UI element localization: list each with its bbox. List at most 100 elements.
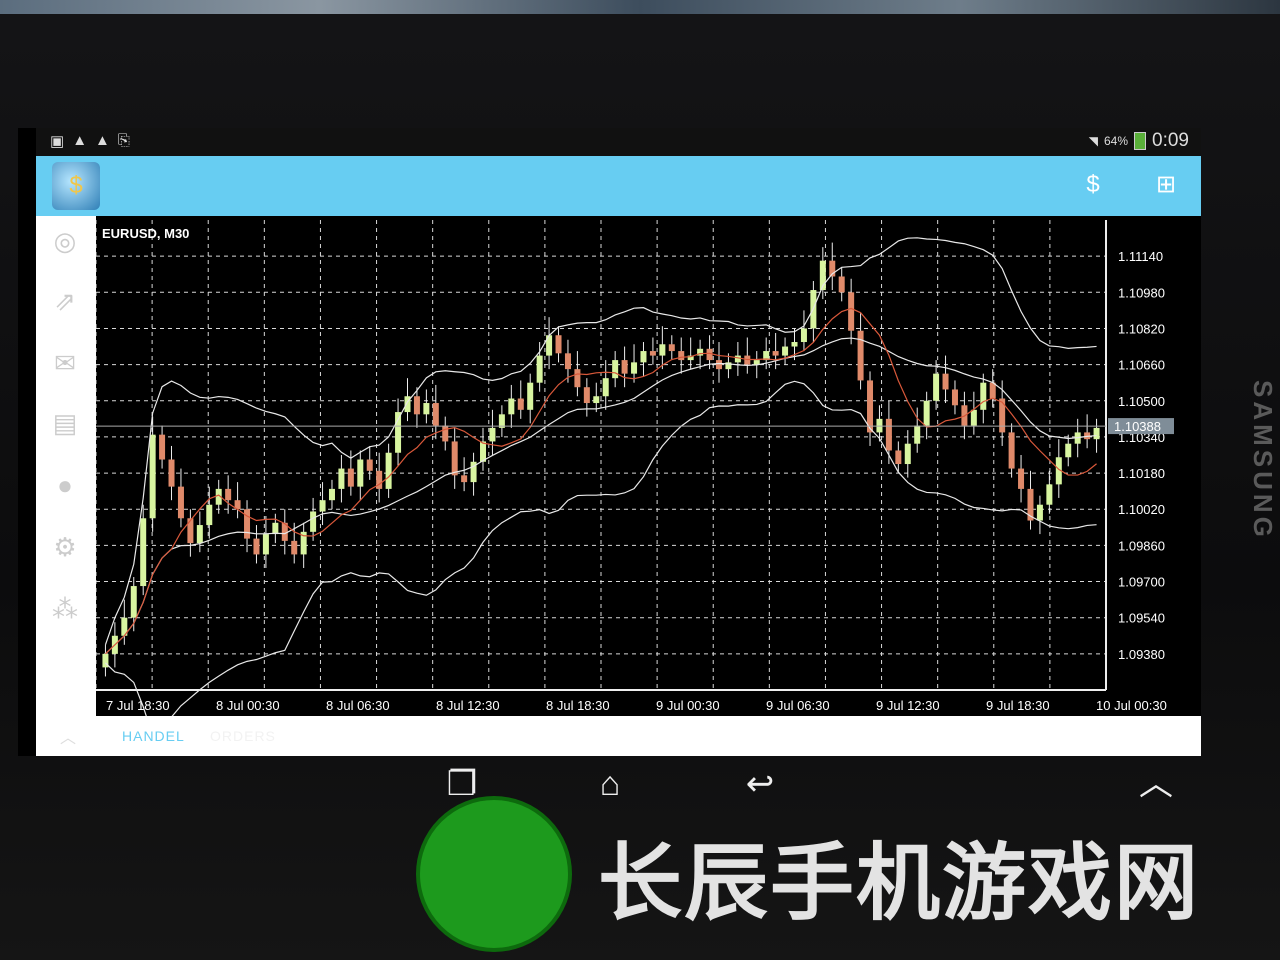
candle-body [848, 292, 855, 331]
candle-body [564, 353, 571, 370]
price-chart[interactable]: 1.11140 1.10980 1.10820 1.10660 1.10500 1.103… [96, 220, 1201, 720]
candle-body [668, 344, 675, 352]
desktop-strip [0, 0, 1280, 14]
candle-body [715, 360, 722, 370]
mail-icon[interactable]: ✉ [48, 346, 82, 380]
y-tick-label: 1.09540 [1118, 611, 1165, 626]
candle-body [885, 418, 892, 451]
x-tick-label: 8 Jul 12:30 [436, 698, 500, 713]
new-order-icon[interactable]: ⊞ [1151, 170, 1181, 200]
tab-orders[interactable]: ORDERS [210, 728, 276, 744]
candle-body [130, 586, 137, 618]
news-icon[interactable]: ▤ [48, 406, 82, 440]
tablet-screen: ▣ ▲ ▲ ⎘ ◥ 64% 0:09 $ $ ⊞ ◎ ⇗ ✉ ▤ ● ⚙ ⁂ 1… [18, 128, 1201, 756]
candle-body [159, 434, 166, 460]
candle-body [508, 398, 515, 415]
calendar-icon: ▣ [50, 133, 65, 150]
x-tick-label: 10 Jul 00:30 [1096, 698, 1167, 713]
candle-body [659, 344, 666, 356]
x-tick-label: 8 Jul 18:30 [546, 698, 610, 713]
x-tick-label: 7 Jul 18:30 [106, 698, 170, 713]
candle-body [432, 403, 439, 426]
warning-icon: ▲ [72, 132, 88, 149]
candle-body [253, 538, 260, 555]
candle-body [187, 518, 194, 544]
candle-body [244, 509, 251, 539]
y-tick-label: 1.10020 [1118, 502, 1165, 517]
candle-body [480, 441, 487, 462]
candle-body [980, 382, 987, 410]
candle-body [206, 504, 213, 526]
y-tick-label: 1.10660 [1118, 358, 1165, 373]
y-tick-label: 1.10500 [1118, 394, 1165, 409]
candle-body [1018, 468, 1025, 489]
side-navigation: ◎ ⇗ ✉ ▤ ● ⚙ ⁂ [36, 216, 96, 716]
candle-body [442, 425, 449, 442]
candle-body [734, 355, 741, 363]
candle-body [413, 396, 420, 415]
x-tick-label: 8 Jul 06:30 [326, 698, 390, 713]
bottom-tab-bar: ︿ HANDEL ORDERS [36, 716, 1201, 756]
candle-body [574, 369, 581, 388]
watermark-logo [416, 796, 572, 952]
candle-body [310, 511, 317, 532]
settings-icon[interactable]: ⚙ [48, 530, 82, 564]
candle-body [272, 522, 279, 535]
x-tick-label: 9 Jul 12:30 [876, 698, 940, 713]
candle-body [555, 335, 562, 354]
app-logo-icon[interactable]: $ [52, 162, 100, 210]
candle-body [914, 425, 921, 444]
candle-body [942, 373, 949, 390]
candle-body [706, 348, 713, 361]
symbol-quotes-icon[interactable]: $ [1078, 170, 1108, 200]
candle-body [461, 475, 468, 483]
warning-icon-2: ▲ [95, 132, 110, 149]
candle-body [489, 427, 496, 442]
current-price-label: 1.10388 [1114, 419, 1161, 434]
trade-icon[interactable]: ⇗ [48, 284, 82, 318]
candle-body [291, 540, 298, 555]
y-tick-label: 1.09700 [1118, 575, 1165, 590]
candle-body [951, 389, 958, 406]
candle-body [451, 441, 458, 476]
site-watermark: 长辰手机游戏网 [412, 794, 1272, 954]
x-tick-label: 9 Jul 06:30 [766, 698, 830, 713]
candle-body [970, 409, 977, 426]
app-action-bar: $ $ ⊞ [36, 156, 1201, 216]
candle-body [196, 525, 203, 544]
quotes-icon[interactable]: ◎ [48, 224, 82, 258]
candle-body [1046, 484, 1053, 505]
candle-body [583, 387, 590, 404]
candle-body [395, 412, 402, 453]
candle-body [649, 351, 656, 356]
x-tick-label: 9 Jul 18:30 [986, 698, 1050, 713]
y-tick-label: 1.10820 [1118, 321, 1165, 336]
tab-handel[interactable]: HANDEL [122, 728, 185, 744]
chat-icon[interactable]: ● [48, 468, 82, 502]
candle-body [791, 342, 798, 347]
chevron-up-icon[interactable]: ︿ [60, 724, 76, 748]
candle-body [517, 398, 524, 410]
candle-body [904, 443, 911, 465]
y-tick-label: 1.11140 [1118, 249, 1163, 264]
candle-body [838, 276, 845, 293]
y-tick-label: 1.09380 [1118, 647, 1165, 662]
candle-body [753, 360, 760, 365]
candle-body [357, 459, 364, 487]
x-tick-label: 9 Jul 00:30 [656, 698, 720, 713]
candle-body [782, 346, 789, 356]
candle-body [593, 396, 600, 404]
candle-body [385, 452, 392, 489]
candle-body [423, 403, 430, 415]
candle-body [612, 360, 619, 379]
candle-body [338, 468, 345, 489]
candle-body [1036, 504, 1043, 521]
candle-body [149, 434, 156, 519]
candle-body [319, 500, 326, 512]
candle-body [800, 328, 807, 343]
candle-body [168, 459, 175, 487]
battery-percent: 64% [1103, 134, 1129, 148]
candle-body [328, 488, 335, 501]
community-icon[interactable]: ⁂ [48, 592, 82, 626]
candle-body [933, 373, 940, 401]
